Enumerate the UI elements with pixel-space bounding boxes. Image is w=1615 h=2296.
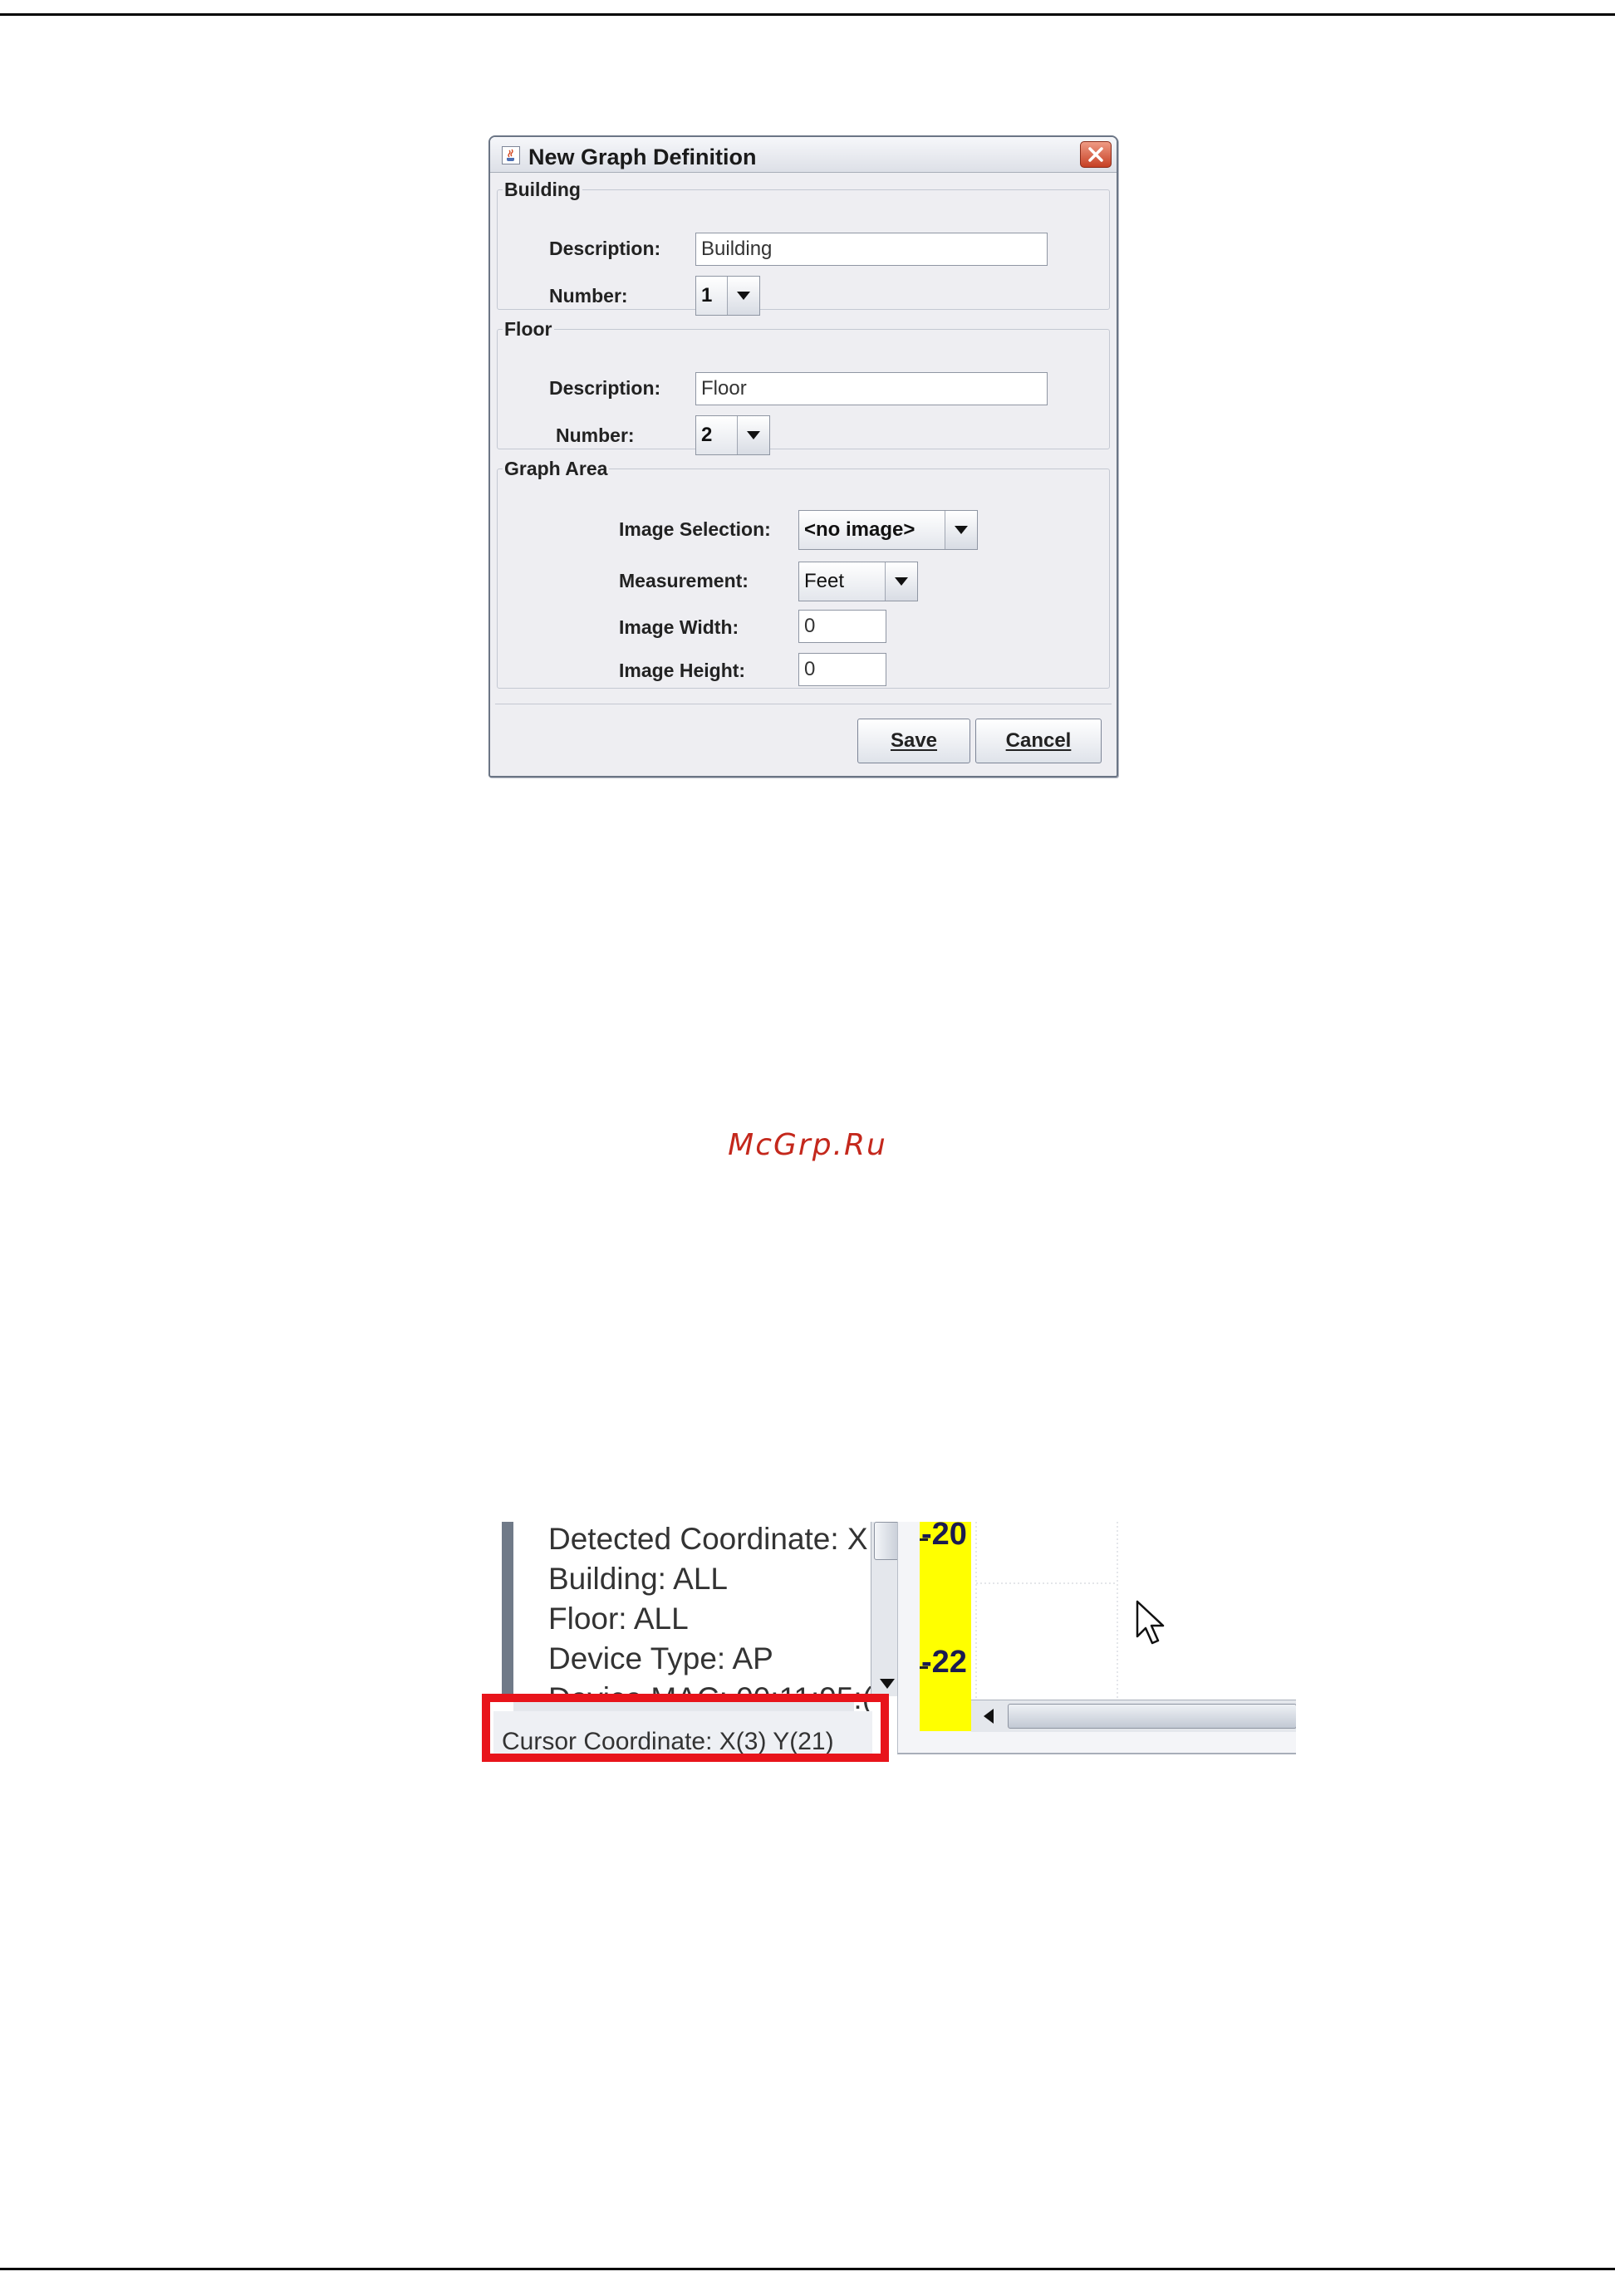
chevron-down-icon[interactable]	[945, 511, 977, 549]
vertical-ruler: -20 -22	[920, 1522, 973, 1731]
image-height-label: Image Height:	[619, 660, 746, 681]
info-line-floor: Floor: ALL	[548, 1602, 689, 1636]
image-width-label: Image Width:	[619, 616, 739, 638]
building-group: Building Description: Number: 1	[497, 179, 1110, 316]
image-selection-select[interactable]: <no image>	[798, 510, 978, 550]
save-button[interactable]: Save	[857, 719, 970, 763]
new-graph-definition-dialog: New Graph Definition Building Descriptio…	[488, 135, 1118, 778]
image-width-input[interactable]	[798, 610, 886, 643]
mouse-pointer-icon	[1136, 1600, 1165, 1645]
building-number-label: Number:	[549, 285, 628, 307]
info-line-detected-coordinate: Detected Coordinate: X	[548, 1522, 868, 1556]
image-selection-value: <no image>	[804, 518, 915, 541]
measurement-label: Measurement:	[619, 570, 749, 591]
dialog-title: New Graph Definition	[528, 145, 757, 169]
floor-description-input[interactable]	[695, 372, 1048, 405]
floor-number-select[interactable]: 2	[695, 415, 770, 455]
java-cup-icon	[502, 146, 520, 164]
image-height-input[interactable]	[798, 653, 886, 686]
info-line-device-type: Device Type: AP	[548, 1641, 773, 1675]
floor-number-value: 2	[701, 424, 713, 446]
ruler-label: -22	[921, 1645, 967, 1680]
scroll-down-arrow-icon[interactable]	[879, 1678, 896, 1690]
device-info-panel: Detected Coordinate: X Building: ALL Flo…	[502, 1522, 903, 1715]
cancel-button[interactable]: Cancel	[975, 719, 1102, 763]
floor-number-label: Number:	[556, 424, 635, 446]
graph-area-legend: Graph Area	[504, 458, 608, 479]
graph-area-group: Graph Area Image Selection: <no image> M…	[497, 458, 1110, 689]
image-selection-label: Image Selection:	[619, 518, 771, 540]
close-icon	[1088, 147, 1103, 162]
building-number-select[interactable]: 1	[695, 276, 760, 316]
dialog-titlebar[interactable]: New Graph Definition	[490, 137, 1117, 173]
building-description-label: Description:	[549, 238, 661, 259]
chevron-down-icon[interactable]	[727, 277, 759, 315]
building-description-input[interactable]	[695, 233, 1048, 266]
ruler-label: -20	[921, 1522, 967, 1552]
chevron-down-icon[interactable]	[885, 562, 917, 601]
map-view[interactable]: -20 -22	[897, 1522, 1296, 1754]
coordinate-screenshot: Detected Coordinate: X Building: ALL Flo…	[482, 1522, 1296, 1763]
page-bottom-rule	[0, 2268, 1615, 2270]
ruler-tick	[920, 1538, 928, 1541]
info-line-building: Building: ALL	[548, 1562, 729, 1596]
close-button[interactable]	[1080, 141, 1112, 168]
ruler-tick	[920, 1666, 928, 1669]
scroll-thumb[interactable]	[1008, 1704, 1296, 1729]
highlight-box	[482, 1694, 889, 1762]
graph-canvas[interactable]	[971, 1522, 1296, 1700]
panel-edge	[502, 1522, 513, 1696]
scroll-left-arrow-icon[interactable]	[983, 1708, 994, 1724]
floor-description-label: Description:	[549, 377, 661, 399]
measurement-select[interactable]: Feet	[798, 562, 918, 601]
floor-group: Floor Description: Number: 2	[497, 318, 1110, 455]
measurement-value: Feet	[804, 570, 845, 592]
page-top-rule	[0, 13, 1615, 16]
floor-legend: Floor	[504, 318, 552, 340]
chevron-down-icon[interactable]	[737, 416, 769, 454]
building-number-value: 1	[701, 284, 713, 307]
building-legend: Building	[504, 179, 581, 200]
watermark: McGrp.Ru	[728, 1128, 887, 1162]
map-horizontal-scrollbar[interactable]	[971, 1700, 1296, 1732]
